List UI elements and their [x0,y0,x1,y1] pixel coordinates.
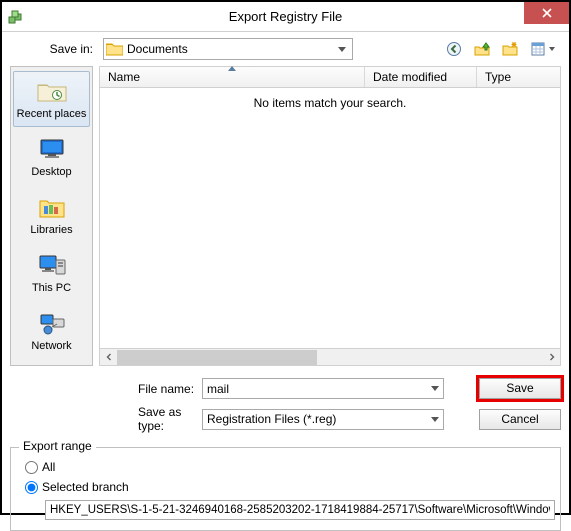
file-list-area: Name Date modified Type No items match y… [99,66,561,366]
place-network[interactable]: Network [13,303,90,359]
scroll-left-button[interactable] [100,350,117,365]
folder-icon [106,42,123,56]
scroll-thumb[interactable] [117,350,317,365]
branch-path-input[interactable] [45,500,555,520]
file-name-label: File name: [10,382,196,396]
radio-all-row[interactable]: All [25,460,550,474]
main-area: Recent places Desktop [2,66,569,366]
radio-selected-branch[interactable] [25,481,38,494]
save-button[interactable]: Save [479,378,561,399]
save-in-label: Save in: [2,42,97,56]
place-label: Libraries [30,224,72,236]
bottom-panel: File name: Save Save as type: Registrati… [2,366,569,433]
place-label: Network [31,340,71,352]
scroll-right-button[interactable] [543,350,560,365]
place-recent[interactable]: Recent places [13,71,90,127]
caret-down-icon [338,47,346,52]
place-label: Desktop [31,166,71,178]
save-as-type-combo[interactable]: Registration Files (*.reg) [202,409,444,430]
place-label: This PC [32,282,71,294]
place-label: Recent places [17,108,87,120]
caret-down-icon [431,386,439,391]
view-menu-button[interactable] [527,38,559,60]
libraries-icon [34,192,70,222]
place-libraries[interactable]: Libraries [13,187,90,243]
cancel-button[interactable]: Cancel [479,409,561,430]
caret-down-icon [549,47,555,51]
close-button[interactable] [524,2,569,24]
column-type[interactable]: Type [477,67,560,87]
file-name-combo[interactable] [202,378,444,399]
horizontal-scrollbar[interactable] [99,349,561,366]
file-list[interactable]: No items match your search. [99,88,561,349]
save-as-type-label: Save as type: [10,405,196,433]
caret-down-icon [431,417,439,422]
radio-selected-branch-row[interactable]: Selected branch [25,480,550,494]
save-as-type-value: Registration Files (*.reg) [207,412,336,426]
export-range-group: Export range All Selected branch [10,447,561,531]
up-one-level-button[interactable] [471,38,493,60]
save-in-combo[interactable]: Documents [103,38,353,60]
this-pc-icon [34,250,70,280]
scroll-track[interactable] [117,350,543,365]
place-desktop[interactable]: Desktop [13,129,90,185]
title-bar: Export Registry File [2,2,569,32]
places-bar: Recent places Desktop [10,66,93,366]
file-list-header: Name Date modified Type [99,66,561,88]
toolbar: Save in: Documents [2,32,569,66]
desktop-icon [34,134,70,164]
save-in-value: Documents [127,42,188,56]
empty-message: No items match your search. [100,88,560,110]
back-button[interactable] [443,38,465,60]
file-name-input[interactable] [207,382,431,396]
radio-all-label: All [42,460,55,474]
column-date-modified[interactable]: Date modified [365,67,477,87]
radio-selected-branch-label: Selected branch [42,480,129,494]
radio-all[interactable] [25,461,38,474]
recent-places-icon [34,76,70,106]
window-title: Export Registry File [2,9,569,24]
place-this-pc[interactable]: This PC [13,245,90,301]
new-folder-button[interactable] [499,38,521,60]
sort-asc-icon [228,66,236,71]
export-range-legend: Export range [19,439,96,453]
network-icon [34,308,70,338]
regedit-icon [8,9,24,25]
